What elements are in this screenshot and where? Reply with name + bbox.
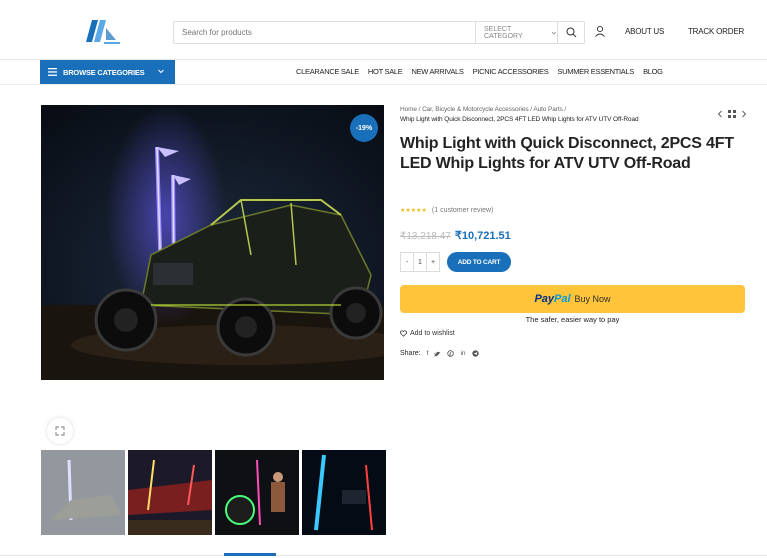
- add-to-wishlist-link[interactable]: Add to wishlist: [400, 330, 455, 337]
- track-order-link[interactable]: TRACK ORDER: [688, 27, 744, 36]
- user-account-icon[interactable]: [594, 25, 606, 37]
- quantity-decrease-button[interactable]: -: [401, 253, 413, 271]
- thumbnail-3[interactable]: [215, 450, 299, 535]
- chevron-left-icon[interactable]: [717, 110, 723, 118]
- linkedin-icon[interactable]: in: [460, 350, 465, 357]
- thumbnail-1[interactable]: [41, 450, 125, 535]
- search-bar: SELECT CATEGORY: [173, 21, 585, 44]
- chevron-right-icon[interactable]: [741, 110, 747, 118]
- quantity-increase-button[interactable]: +: [427, 253, 439, 271]
- product-main-image[interactable]: [41, 105, 384, 380]
- paypal-buy-now-label: Buy Now: [574, 294, 611, 304]
- zoom-button[interactable]: [47, 418, 73, 444]
- old-price: ₹13,218.47: [400, 231, 451, 242]
- wishlist-label: Add to wishlist: [410, 330, 455, 337]
- utv-whip-light-illustration: [41, 105, 384, 380]
- paypal-tagline: The safer, easier way to pay: [525, 315, 620, 324]
- search-button[interactable]: [557, 22, 584, 43]
- share-label: Share:: [400, 350, 421, 357]
- search-icon: [566, 27, 576, 38]
- heart-icon: [400, 330, 407, 337]
- sale-price: ₹10,721.51: [454, 230, 511, 242]
- twitter-icon[interactable]: [434, 351, 441, 357]
- breadcrumb: Home / Car, Bicycle & Motorcycle Accesso…: [400, 106, 639, 123]
- review-link[interactable]: (1 customer review): [432, 207, 493, 214]
- thumbnail-2[interactable]: [128, 450, 212, 535]
- menu-summer-essentials[interactable]: SUMMER ESSENTIALS: [557, 67, 634, 76]
- thumbnail-gallery: [41, 450, 386, 535]
- share-bar: Share: f in: [400, 350, 479, 357]
- breadcrumb-category[interactable]: Car, Bicycle & Motorcycle Accessories: [422, 106, 529, 113]
- product-title: Whip Light with Quick Disconnect, 2PCS 4…: [400, 135, 734, 172]
- menu-icon: [48, 68, 57, 76]
- thumbnail-4[interactable]: [302, 450, 386, 535]
- add-to-cart-button[interactable]: ADD TO CART: [447, 252, 511, 272]
- tabs-divider: [0, 555, 767, 556]
- sale-badge: -19%: [350, 114, 378, 142]
- main-menu: CLEARANCE SALE HOT SALE NEW ARRIVALS PIC…: [296, 67, 663, 76]
- nav-divider: [0, 84, 767, 85]
- paypal-buy-now-button[interactable]: PayPal Buy Now: [400, 285, 745, 313]
- product-navigation: [717, 110, 747, 118]
- quantity-stepper: - 1 +: [400, 252, 440, 272]
- product-price: ₹13,218.47 ₹10,721.51: [400, 229, 511, 242]
- quantity-value[interactable]: 1: [413, 253, 427, 271]
- product-rating: ★★★★★ (1 customer review): [400, 207, 493, 214]
- browse-categories-label: BROWSE CATEGORIES: [63, 67, 145, 77]
- pinterest-icon[interactable]: [447, 350, 455, 357]
- site-logo[interactable]: [86, 18, 122, 46]
- about-us-link[interactable]: ABOUT US: [625, 27, 664, 36]
- chevron-down-icon: [158, 69, 164, 74]
- paypal-logo: PayPal: [534, 293, 571, 305]
- breadcrumb-subcategory[interactable]: Auto Parts: [533, 106, 562, 113]
- breadcrumb-current: Whip Light with Quick Disconnect, 2PCS 4…: [400, 116, 639, 123]
- menu-blog[interactable]: BLOG: [643, 67, 663, 76]
- menu-clearance-sale[interactable]: CLEARANCE SALE: [296, 67, 359, 76]
- facebook-icon[interactable]: f: [427, 350, 429, 357]
- expand-icon: [55, 426, 65, 436]
- menu-picnic-accessories[interactable]: PICNIC ACCESSORIES: [473, 67, 549, 76]
- star-rating-icon: ★★★★★: [400, 208, 427, 214]
- telegram-icon[interactable]: [471, 350, 479, 357]
- menu-new-arrivals[interactable]: NEW ARRIVALS: [411, 67, 463, 76]
- search-input[interactable]: [174, 22, 475, 43]
- active-tab-indicator: [224, 553, 276, 556]
- category-select-label: SELECT CATEGORY: [484, 25, 523, 40]
- grid-icon[interactable]: [728, 110, 736, 118]
- category-select[interactable]: SELECT CATEGORY: [475, 22, 557, 43]
- menu-hot-sale[interactable]: HOT SALE: [368, 67, 403, 76]
- browse-categories-button[interactable]: BROWSE CATEGORIES: [40, 60, 175, 84]
- breadcrumb-home[interactable]: Home: [400, 106, 417, 113]
